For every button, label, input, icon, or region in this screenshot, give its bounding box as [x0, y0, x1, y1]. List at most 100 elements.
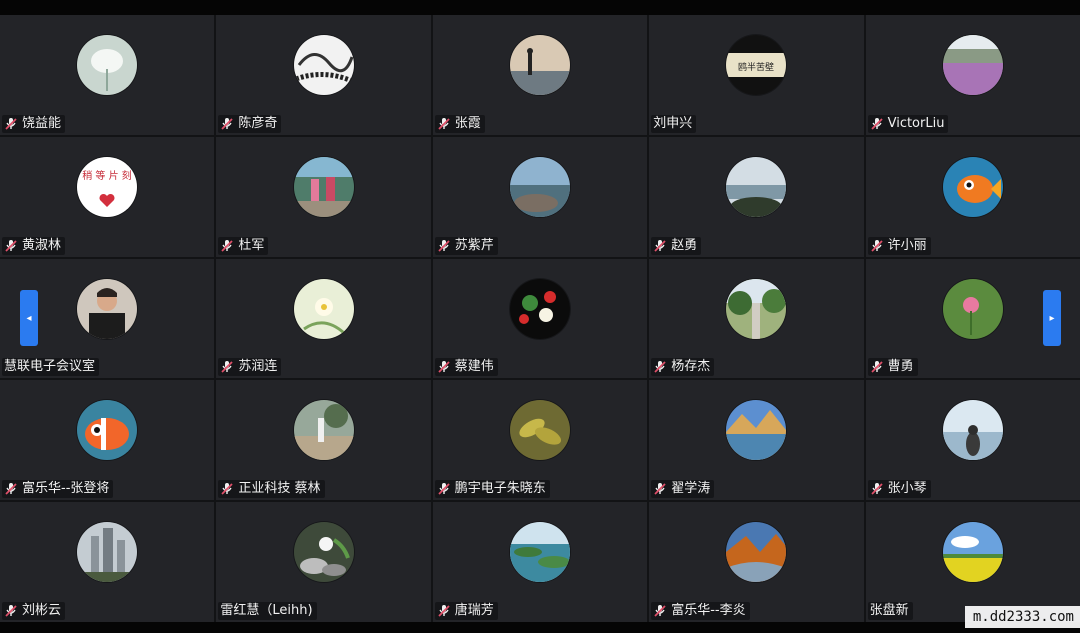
avatar-image	[942, 156, 1003, 217]
participant-avatar	[509, 522, 570, 583]
participant-tile[interactable]: 许小丽	[865, 136, 1080, 257]
participant-name: 赵勇	[671, 237, 698, 253]
participant-name: 黄淑林	[22, 237, 62, 253]
participant-name: 张小琴	[887, 481, 927, 497]
avatar-image	[293, 35, 354, 95]
participant-avatar	[293, 278, 354, 339]
mic-muted-icon	[870, 482, 884, 496]
mic-muted-icon	[653, 604, 667, 618]
participant-tile[interactable]: 翟学涛	[649, 380, 864, 501]
participant-name: 蔡建伟	[454, 359, 494, 375]
participant-name: 慧联电子会议室	[4, 359, 96, 375]
participant-nameplate: 刘彬云	[2, 602, 66, 620]
avatar-image	[509, 278, 570, 339]
participant-name: 陈彦奇	[238, 115, 278, 131]
mic-muted-icon	[870, 239, 884, 253]
participant-name: 张霞	[454, 115, 481, 131]
participant-name: 雷红慧（Leihh)	[220, 603, 313, 618]
mic-muted-icon	[220, 117, 234, 131]
avatar-image	[942, 278, 1003, 339]
participant-nameplate: 张小琴	[867, 480, 931, 499]
participant-tile[interactable]: VictorLiu	[865, 15, 1080, 135]
avatar-image	[293, 156, 354, 217]
participant-avatar	[293, 400, 354, 461]
participant-tile[interactable]: 雷红慧（Leihh)	[216, 502, 431, 622]
mic-muted-icon	[437, 360, 451, 374]
mic-muted-icon	[220, 360, 234, 374]
participant-tile[interactable]: 苏润连	[216, 258, 431, 379]
participant-avatar	[77, 35, 138, 95]
participant-name: 许小丽	[887, 237, 927, 253]
participant-tile[interactable]: 正业科技 蔡林	[216, 380, 431, 501]
participant-tile[interactable]: 鹏宇电子朱晓东	[432, 380, 648, 501]
participant-name: 饶益能	[22, 115, 62, 131]
participant-grid: 饶益能 陈彦奇 张霞 鸥半苦壁 刘申兴 VictorLiu 稍 等 片 刻黄淑林 杜军 苏紫芹赵…	[0, 15, 1080, 622]
participant-tile[interactable]: 鸥半苦壁 刘申兴	[649, 15, 864, 135]
participant-nameplate: 张霞	[434, 114, 485, 133]
prev-page-button[interactable]: ◂	[20, 290, 38, 346]
participant-name: 刘彬云	[22, 603, 62, 618]
participant-nameplate: 唐瑞芳	[434, 602, 498, 620]
participant-name: 鹏宇电子朱晓东	[454, 481, 546, 497]
participant-tile[interactable]: 唐瑞芳	[432, 502, 648, 622]
participant-tile[interactable]: 苏紫芹	[432, 136, 648, 257]
avatar-image	[509, 522, 570, 583]
avatar-image: 稍 等 片 刻	[77, 156, 138, 217]
participant-tile[interactable]: 蔡建伟	[432, 258, 648, 379]
mic-muted-icon	[220, 482, 234, 496]
participant-avatar	[77, 400, 138, 461]
top-bar	[0, 0, 1080, 15]
next-page-button[interactable]: ▸	[1043, 290, 1061, 346]
participant-name: 曹勇	[887, 359, 914, 375]
participant-tile[interactable]: 张盘新	[865, 502, 1080, 622]
participant-name: 正业科技 蔡林	[238, 481, 321, 497]
participant-tile[interactable]: 陈彦奇	[216, 15, 431, 135]
avatar-image	[77, 35, 138, 95]
participant-avatar	[509, 278, 570, 339]
participant-tile[interactable]: 刘彬云	[0, 502, 215, 622]
participant-name: 苏润连	[238, 359, 278, 375]
participant-avatar	[942, 522, 1003, 583]
participant-nameplate: 慧联电子会议室	[2, 358, 100, 377]
mic-muted-icon	[437, 482, 451, 496]
participant-tile[interactable]: 杨存杰	[649, 258, 864, 379]
participant-tile[interactable]: 张霞	[432, 15, 648, 135]
participant-name: 富乐华--张登将	[22, 481, 110, 497]
mic-muted-icon	[870, 117, 884, 131]
participant-avatar	[509, 400, 570, 461]
participant-name: 富乐华--李炎	[671, 603, 746, 618]
participant-tile[interactable]: 张小琴	[865, 380, 1080, 501]
participant-name: 杜军	[238, 237, 265, 253]
avatar-image	[293, 278, 354, 339]
bottom-bar	[0, 622, 1080, 633]
participant-tile[interactable]: 饶益能	[0, 15, 215, 135]
participant-avatar	[509, 35, 570, 95]
participant-name: 苏紫芹	[454, 237, 494, 253]
participant-nameplate: 饶益能	[2, 114, 66, 133]
participant-name: 唐瑞芳	[454, 603, 494, 618]
avatar-image	[726, 522, 787, 583]
participant-tile[interactable]: 稍 等 片 刻黄淑林	[0, 136, 215, 257]
participant-nameplate: 富乐华--张登将	[2, 480, 114, 499]
participant-avatar	[77, 522, 138, 583]
avatar-image	[293, 522, 354, 583]
avatar-image	[509, 400, 570, 461]
participant-avatar	[726, 522, 787, 583]
participant-nameplate: 苏润连	[218, 358, 282, 377]
participant-tile[interactable]: 赵勇	[649, 136, 864, 257]
avatar-image	[77, 278, 138, 339]
participant-tile[interactable]: 杜军	[216, 136, 431, 257]
participant-tile[interactable]: 富乐华--张登将	[0, 380, 215, 501]
participant-avatar	[293, 522, 354, 583]
participant-tile[interactable]: 富乐华--李炎	[649, 502, 864, 622]
participant-name: 张盘新	[869, 603, 909, 618]
participant-nameplate: 赵勇	[651, 236, 702, 255]
participant-avatar	[293, 35, 354, 95]
participant-avatar	[942, 35, 1003, 95]
avatar-image	[509, 156, 570, 217]
mic-muted-icon	[653, 239, 667, 253]
mic-muted-icon	[4, 117, 18, 131]
watermark: m.dd2333.com	[964, 606, 1080, 628]
participant-nameplate: 张盘新	[867, 602, 913, 620]
avatar-text: 鸥半苦壁	[738, 61, 774, 73]
